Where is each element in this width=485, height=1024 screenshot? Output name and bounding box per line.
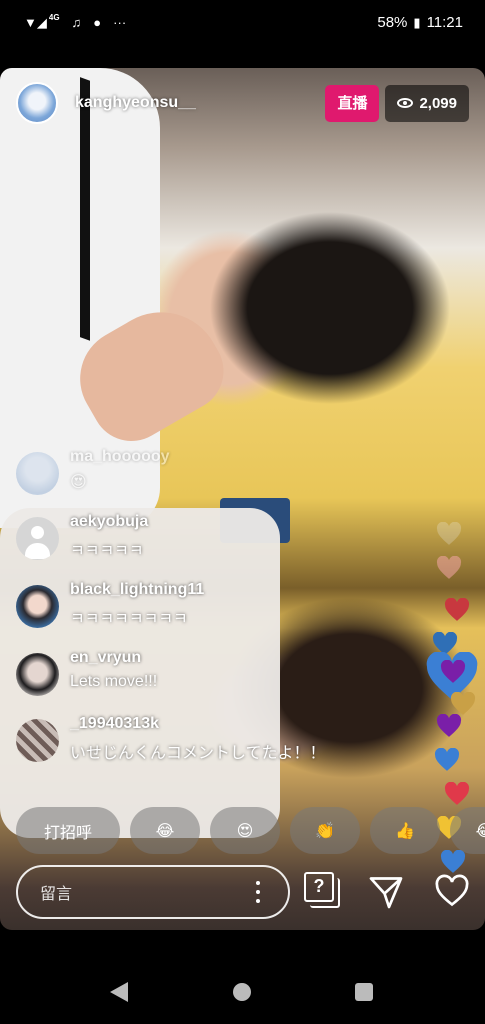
floating-heart-icon xyxy=(450,692,476,715)
reaction-chip-thumbs-up[interactable]: 👍 xyxy=(370,807,440,854)
floating-heart-icon xyxy=(444,782,470,805)
live-video[interactable] xyxy=(0,68,485,930)
back-icon[interactable] xyxy=(110,982,128,1002)
reaction-chip-laugh[interactable]: 😂 xyxy=(130,807,200,854)
comment-text: ㅋㅋㅋㅋㅋ xyxy=(70,543,144,560)
home-icon[interactable] xyxy=(233,983,251,1001)
battery-level: 58% xyxy=(377,13,408,31)
recent-apps-icon[interactable] xyxy=(355,983,373,1001)
floating-heart-icon xyxy=(436,556,462,579)
commenter-name[interactable]: en_vryun xyxy=(70,649,141,667)
more-options-icon[interactable] xyxy=(256,881,260,903)
question-box-icon[interactable]: ? xyxy=(304,872,342,910)
music-icon: ♫ xyxy=(71,14,82,30)
reaction-chip-clap[interactable]: 👏 xyxy=(290,807,360,854)
commenter-avatar[interactable] xyxy=(16,517,59,560)
quick-reactions: 打招呼 😂 😍 👏 👍 😂 xyxy=(16,807,485,854)
signal-icon: ▼◢ xyxy=(24,14,47,30)
commenter-name[interactable]: aekyobuja xyxy=(70,513,148,531)
clock: 11:21 xyxy=(426,13,463,31)
broadcaster-username[interactable]: kanghyeonsu__ xyxy=(75,94,196,112)
comment-input[interactable]: 留言 xyxy=(16,865,290,919)
comment-text: いせじんくんコメントしてたよ！！ xyxy=(70,745,326,762)
comment-item: aekyobuja ㅋㅋㅋㅋㅋ xyxy=(16,513,416,561)
commenter-avatar[interactable] xyxy=(16,452,59,495)
viewer-count: 2,099 xyxy=(419,94,457,112)
floating-heart-icon xyxy=(436,714,462,737)
paper-plane-icon[interactable] xyxy=(368,874,404,910)
app-notification-icon: ● xyxy=(93,14,102,30)
comment-text: 😍 xyxy=(70,474,87,491)
viewer-count-badge[interactable]: 2,099 xyxy=(385,84,469,122)
system-nav-bar xyxy=(0,944,485,1024)
comment-item: ma_hoooooy 😍 xyxy=(16,448,416,496)
commenter-avatar[interactable] xyxy=(16,719,59,762)
status-bar: ▼◢ 4G ♫ ● ··· 58% ▮ 11:21 xyxy=(0,0,485,44)
comment-input-placeholder: 留言 xyxy=(40,886,73,903)
live-badge: 直播 xyxy=(325,84,380,122)
live-header: kanghyeonsu__ 直播 2,099 xyxy=(16,80,469,126)
comment-item: en_vryun Lets move!!! xyxy=(16,649,416,697)
comment-text: Lets move!!! xyxy=(70,673,158,690)
commenter-name[interactable]: _19940313k xyxy=(70,715,159,733)
floating-heart-icon xyxy=(434,748,460,771)
reaction-chip-heart-eyes[interactable]: 😍 xyxy=(210,807,280,854)
battery-icon: ▮ xyxy=(413,14,421,30)
more-notifications: ··· xyxy=(113,14,127,30)
reaction-chip-greet[interactable]: 打招呼 xyxy=(16,807,120,854)
floating-heart-icon xyxy=(440,660,466,683)
network-type: 4G xyxy=(48,12,60,22)
floating-heart-icon xyxy=(436,522,462,545)
eye-icon xyxy=(397,98,414,108)
commenter-avatar[interactable] xyxy=(16,653,59,696)
heart-outline-icon[interactable] xyxy=(434,874,470,908)
broadcaster-avatar[interactable] xyxy=(16,82,58,124)
comment-text: ㅋㅋㅋㅋㅋㅋㅋㅋ xyxy=(70,611,188,628)
comment-item: _19940313k いせじんくんコメントしてたよ！！ xyxy=(16,715,416,763)
comment-item: black_lightning11 ㅋㅋㅋㅋㅋㅋㅋㅋ xyxy=(16,581,416,629)
floating-heart-icon xyxy=(444,598,470,621)
commenter-avatar[interactable] xyxy=(16,585,59,628)
commenter-name[interactable]: ma_hoooooy xyxy=(70,448,170,466)
commenter-name[interactable]: black_lightning11 xyxy=(70,581,204,599)
reaction-chip-laugh[interactable]: 😂 xyxy=(450,807,485,854)
